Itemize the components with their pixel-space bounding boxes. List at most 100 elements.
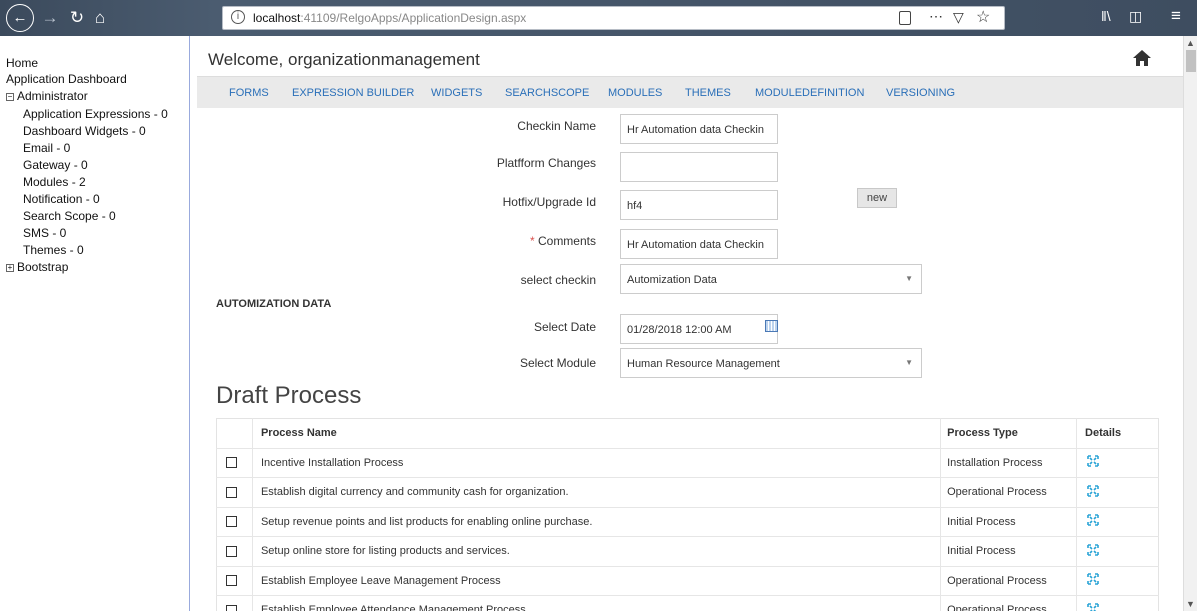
expand-details-icon[interactable] (1087, 602, 1099, 611)
expand-details-icon[interactable] (1087, 455, 1099, 468)
table-row: Establish digital currency and community… (216, 477, 1159, 508)
menu-searchscope[interactable]: SEARCHSCOPE (505, 87, 589, 99)
more-actions-icon[interactable]: ⋯ (929, 8, 944, 25)
menu-modules[interactable]: MODULES (608, 87, 662, 99)
process-type-cell: Operational Process (940, 477, 1077, 508)
browser-toolbar: ← → ↻ ⌂ i localhost:41109/RelgoApps/Appl… (0, 0, 1197, 36)
back-arrow-icon[interactable]: ← (6, 4, 34, 32)
checkin-name-input[interactable]: Hr Automation data Checkin (620, 114, 778, 144)
table-row: Establish Employee Attendance Management… (216, 595, 1159, 611)
select-module-dropdown[interactable]: Human Resource Management ▼ (620, 348, 922, 378)
process-name-cell: Incentive Installation Process (251, 448, 941, 478)
checkin-name-label: Checkin Name (517, 119, 596, 133)
bookmark-star-icon[interactable]: ☆ (976, 7, 990, 27)
tree-item-administrator[interactable]: − Administrator (6, 89, 88, 103)
hamburger-menu-icon[interactable]: ≡ (1171, 6, 1181, 26)
process-name-cell: Establish digital currency and community… (251, 477, 941, 508)
address-bar[interactable]: i localhost:41109/RelgoApps/ApplicationD… (222, 6, 1005, 30)
select-checkin-dropdown[interactable]: Automization Data ▼ (620, 264, 922, 294)
expand-details-icon[interactable] (1087, 484, 1099, 497)
tree-item-search-scope[interactable]: Search Scope - 0 (23, 209, 116, 223)
process-type-cell: Installation Process (940, 448, 1077, 478)
tree-item-notification[interactable]: Notification - 0 (23, 192, 100, 206)
comments-input[interactable]: Hr Automation data Checkin (620, 229, 778, 259)
tree-item-gateway[interactable]: Gateway - 0 (23, 158, 88, 172)
menu-versioning[interactable]: VERSIONING (886, 87, 955, 99)
platform-changes-input[interactable] (620, 152, 778, 182)
browser-home-icon[interactable]: ⌂ (89, 4, 111, 32)
tree-item-dashboard-widgets[interactable]: Dashboard Widgets - 0 (23, 124, 146, 138)
select-column-header (216, 418, 253, 449)
process-type-cell: Initial Process (940, 507, 1077, 537)
row-checkbox[interactable] (226, 575, 237, 587)
process-type-header[interactable]: Process Type (940, 418, 1077, 449)
process-name-header[interactable]: Process Name (251, 418, 941, 449)
tree-item-email[interactable]: Email - 0 (23, 141, 70, 155)
section-heading: AUTOMIZATION DATA (216, 298, 332, 310)
select-date-label: Select Date (533, 320, 596, 334)
menu-themes[interactable]: THEMES (685, 87, 731, 99)
select-date-input[interactable]: 01/28/2018 12:00 AM (620, 314, 778, 344)
tree-item-themes[interactable]: Themes - 0 (23, 243, 84, 257)
comments-label: * Comments (529, 234, 596, 248)
sidebar-toggle-icon[interactable]: ◫ (1129, 8, 1142, 25)
process-name-cell: Establish Employee Attendance Management… (251, 595, 941, 611)
vertical-scrollbar[interactable]: ▲ ▼ (1183, 36, 1197, 611)
process-name-cell: Establish Employee Leave Management Proc… (251, 566, 941, 596)
process-name-cell: Setup online store for listing products … (251, 536, 941, 567)
tree-item-home[interactable]: Home (6, 56, 38, 70)
menu-moduledefinition[interactable]: MODULEDEFINITION (755, 87, 864, 99)
scroll-thumb[interactable] (1186, 50, 1196, 72)
row-checkbox[interactable] (226, 604, 237, 611)
table-row: Establish Employee Leave Management Proc… (216, 566, 1159, 596)
tree-item-application-dashboard[interactable]: Application Dashboard (6, 72, 127, 86)
platform-changes-label: Platfform Changes (496, 156, 596, 170)
row-checkbox[interactable] (226, 545, 237, 557)
forward-arrow-icon[interactable]: → (39, 4, 61, 32)
dropdown-caret-icon: ▼ (905, 274, 913, 283)
process-type-cell: Operational Process (940, 566, 1077, 596)
tree-item-sms[interactable]: SMS - 0 (23, 226, 66, 240)
row-checkbox[interactable] (226, 486, 237, 498)
select-checkin-value: Automization Data (627, 274, 717, 286)
details-header: Details (1076, 418, 1159, 449)
collapse-icon[interactable]: − (6, 93, 14, 101)
select-module-value: Human Resource Management (627, 358, 780, 370)
draft-process-table: Process Name Process Type Details Incent… (216, 418, 1159, 611)
info-icon[interactable]: i (231, 10, 245, 24)
expand-icon[interactable]: + (6, 264, 14, 272)
menu-widgets[interactable]: WIDGETS (431, 87, 482, 99)
table-row: Incentive Installation Process Installat… (216, 448, 1159, 478)
scroll-up-icon[interactable]: ▲ (1186, 38, 1195, 48)
home-icon[interactable] (1132, 48, 1152, 68)
reload-icon[interactable]: ↻ (66, 4, 88, 32)
tree-item-modules[interactable]: Modules - 2 (23, 175, 86, 189)
hotfix-id-input[interactable]: hf4 (620, 190, 778, 220)
tree-item-bootstrap[interactable]: + Bootstrap (6, 260, 68, 274)
scroll-down-icon[interactable]: ▼ (1186, 599, 1195, 609)
tree-item-application-expressions[interactable]: Application Expressions - 0 (23, 107, 168, 121)
expand-details-icon[interactable] (1087, 573, 1099, 586)
reader-view-icon[interactable] (899, 11, 911, 25)
process-type-cell: Operational Process (940, 595, 1077, 611)
hotfix-id-label: Hotfix/Upgrade Id (502, 195, 596, 209)
navigation-tree: Home Application Dashboard − Administrato… (0, 36, 190, 611)
menu-forms[interactable]: FORMS (229, 87, 269, 99)
dropdown-caret-icon: ▼ (905, 358, 913, 367)
table-row: Setup revenue points and list products f… (216, 507, 1159, 537)
pocket-icon[interactable]: ▽ (953, 9, 964, 26)
calendar-icon[interactable] (765, 320, 778, 332)
app-menu-bar: FORMS EXPRESSION BUILDER WIDGETS SEARCHS… (197, 76, 1183, 108)
menu-expression-builder[interactable]: EXPRESSION BUILDER (292, 87, 414, 99)
expand-details-icon[interactable] (1087, 514, 1099, 527)
expand-details-icon[interactable] (1087, 543, 1099, 556)
table-header-row: Process Name Process Type Details (216, 418, 1159, 449)
process-name-cell: Setup revenue points and list products f… (251, 507, 941, 537)
row-checkbox[interactable] (226, 516, 237, 528)
row-checkbox[interactable] (226, 457, 237, 469)
new-button[interactable]: new (857, 188, 897, 208)
library-icon[interactable]: ‖\ (1101, 8, 1111, 24)
select-checkin-label: select checkin (520, 273, 596, 287)
welcome-text: Welcome, organizationmanagement (208, 50, 480, 69)
table-row: Setup online store for listing products … (216, 536, 1159, 567)
